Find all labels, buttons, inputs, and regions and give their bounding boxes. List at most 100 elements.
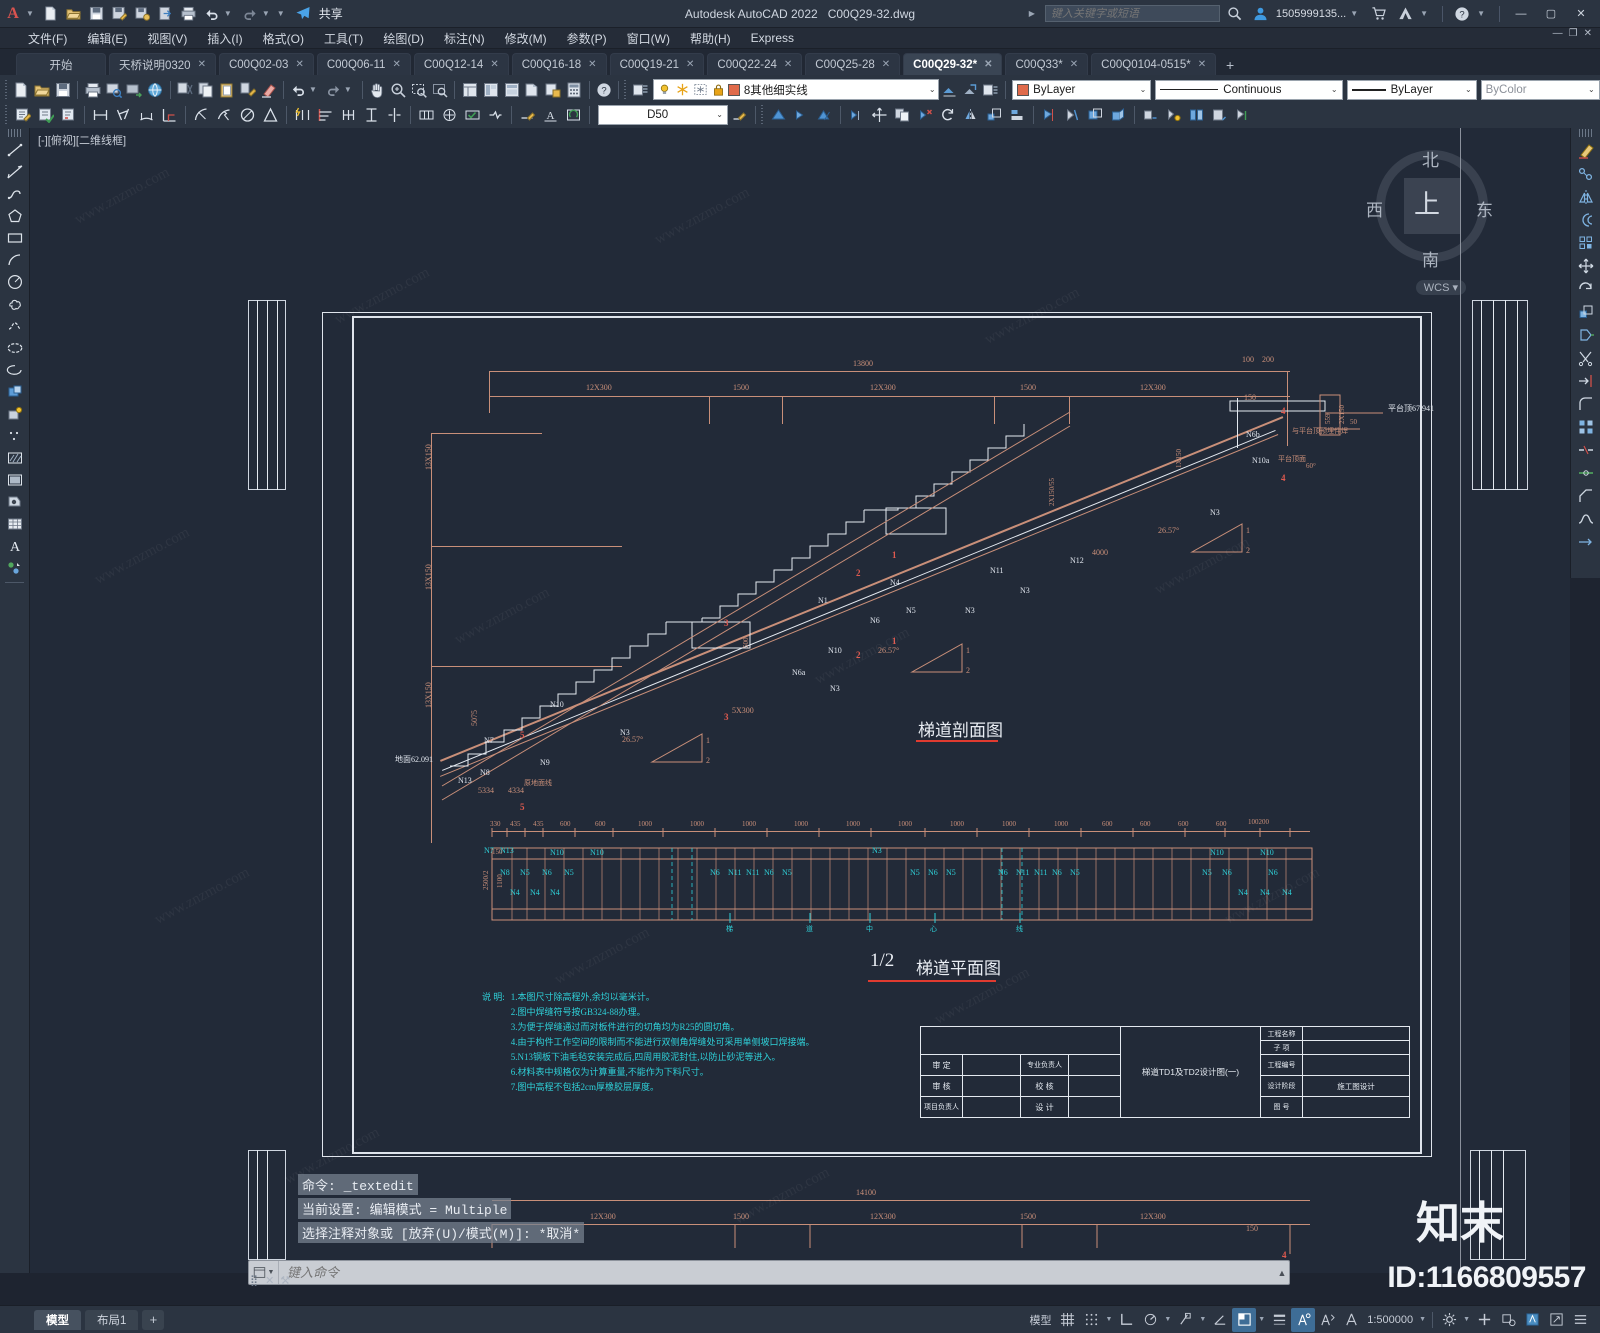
render-icon[interactable] xyxy=(1208,104,1231,126)
revcloud-icon[interactable] xyxy=(790,104,813,126)
revision-cloud-icon[interactable] xyxy=(0,293,30,315)
center-mark-icon[interactable] xyxy=(438,104,461,126)
sheetset-icon[interactable] xyxy=(522,79,543,101)
menu-item-format[interactable]: 格式(O) xyxy=(253,28,314,49)
menu-item-window[interactable]: 窗口(W) xyxy=(617,28,680,49)
slice-icon[interactable] xyxy=(1061,104,1084,126)
jogged-linear-icon[interactable] xyxy=(484,104,507,126)
maximize-button[interactable]: ▢ xyxy=(1538,4,1564,24)
wipeout-icon[interactable] xyxy=(767,104,790,126)
align-icon[interactable] xyxy=(1006,104,1029,126)
dimstyle-control[interactable]: D50 ⌄ xyxy=(598,104,728,125)
dim-break-icon[interactable] xyxy=(383,104,406,126)
offset-right-icon[interactable] xyxy=(1571,208,1600,231)
move-icon[interactable] xyxy=(868,104,891,126)
annotation-scale-icon[interactable] xyxy=(1339,1308,1363,1332)
hatch-icon[interactable] xyxy=(0,447,30,469)
plot-toolbar-icon[interactable] xyxy=(82,79,103,101)
snap-mode-icon[interactable] xyxy=(1079,1308,1103,1332)
file-tab-2[interactable]: C00Q06-11 ✕ xyxy=(316,53,411,75)
spell-check-icon[interactable] xyxy=(34,104,57,126)
chamfer-right-icon[interactable] xyxy=(1571,484,1600,507)
erase-icon[interactable] xyxy=(258,79,279,101)
lineweight-display-icon[interactable] xyxy=(1267,1308,1291,1332)
layer-states-icon[interactable] xyxy=(980,79,1001,101)
polar-caret-icon[interactable]: ▼ xyxy=(1162,1316,1173,1323)
layer-dropdown-caret-icon[interactable]: ⌄ xyxy=(929,85,936,94)
annotation-visibility-icon[interactable] xyxy=(1291,1307,1316,1332)
redo-list-caret-icon[interactable]: ▼ xyxy=(344,85,352,94)
menu-item-tools[interactable]: 工具(T) xyxy=(314,28,373,49)
toolbar-grip-2[interactable] xyxy=(4,104,9,125)
lineweight-caret-icon[interactable]: ⌄ xyxy=(1465,85,1472,94)
osnap-tracking-icon[interactable] xyxy=(1208,1308,1232,1332)
copy-right-icon[interactable] xyxy=(1571,162,1600,185)
file-tab-9-close-icon[interactable]: ✕ xyxy=(1070,59,1078,70)
minimize-button[interactable]: — xyxy=(1508,4,1534,24)
menu-item-parametric[interactable]: 参数(P) xyxy=(557,28,617,49)
autodesk-dropdown-caret-icon[interactable]: ▼ xyxy=(1420,9,1428,18)
ellipse-arc-icon[interactable] xyxy=(0,359,30,381)
linetype-control[interactable]: Continuous ⌄ xyxy=(1155,79,1343,100)
insert-block-icon[interactable] xyxy=(0,381,30,403)
user-avatar-icon[interactable] xyxy=(1250,3,1272,25)
ellipse-icon[interactable] xyxy=(0,337,30,359)
undo-dropdown-caret-icon[interactable]: ▼ xyxy=(224,9,232,18)
plotstyle-caret-icon[interactable]: ⌄ xyxy=(1588,85,1595,94)
snap-caret-icon[interactable]: ▼ xyxy=(1103,1316,1114,1323)
join-right-icon[interactable] xyxy=(1571,461,1600,484)
file-tab-7-close-icon[interactable]: ✕ xyxy=(882,59,890,70)
qnew-icon[interactable] xyxy=(11,79,32,101)
new-file-icon[interactable] xyxy=(40,3,62,25)
gradient-icon[interactable] xyxy=(0,469,30,491)
print-preview-icon[interactable] xyxy=(103,79,124,101)
linetype-caret-icon[interactable]: ⌄ xyxy=(1331,85,1338,94)
dim-arc-icon[interactable] xyxy=(135,104,158,126)
command-line[interactable]: ▼ ▲ xyxy=(248,1260,1290,1285)
save-icon[interactable] xyxy=(86,3,108,25)
paste-icon[interactable] xyxy=(217,79,238,101)
zoom-previous-icon[interactable] xyxy=(429,79,450,101)
file-tab-5[interactable]: C00Q19-21 ✕ xyxy=(609,53,705,75)
logo-dropdown-caret-icon[interactable]: ▼ xyxy=(26,9,34,18)
file-tab-1[interactable]: C00Q02-03 ✕ xyxy=(218,53,314,75)
osnap-caret-icon[interactable]: ▼ xyxy=(1197,1316,1208,1323)
file-tab-6-close-icon[interactable]: ✕ xyxy=(784,59,792,70)
layer-vp-freeze-icon[interactable] xyxy=(692,83,710,96)
construction-line-icon[interactable] xyxy=(0,161,30,183)
open-file-icon[interactable] xyxy=(63,3,85,25)
dim-quick-icon[interactable] xyxy=(291,104,314,126)
dimstyle-caret-icon[interactable]: ⌄ xyxy=(716,110,723,119)
new-file-tab-button[interactable]: + xyxy=(1219,55,1241,75)
layer-lock-icon[interactable] xyxy=(710,83,728,96)
make-block-icon[interactable] xyxy=(0,403,30,425)
help-icon[interactable]: ? xyxy=(1451,3,1473,25)
undo-list-caret-icon[interactable]: ▼ xyxy=(309,85,317,94)
publish-web-icon[interactable] xyxy=(145,79,166,101)
region-icon[interactable] xyxy=(813,104,836,126)
rotate-icon[interactable] xyxy=(937,104,960,126)
file-tab-2-close-icon[interactable]: ✕ xyxy=(392,59,400,70)
menu-item-file[interactable]: 文件(F) xyxy=(18,28,77,49)
dim-aligned-icon[interactable] xyxy=(112,104,135,126)
status-menu-icon[interactable] xyxy=(1568,1308,1592,1332)
toolbar-grip-1[interactable] xyxy=(4,79,9,100)
search-input[interactable] xyxy=(1044,5,1220,22)
file-tab-0-close-icon[interactable]: ✕ xyxy=(198,59,206,70)
mirror-right-icon[interactable] xyxy=(1571,185,1600,208)
plot-icon[interactable] xyxy=(178,3,200,25)
dim-continue-icon[interactable] xyxy=(337,104,360,126)
interfere-icon[interactable] xyxy=(1084,104,1107,126)
menu-item-express[interactable]: Express xyxy=(741,29,804,47)
menu-item-help[interactable]: 帮助(H) xyxy=(680,28,741,49)
scale-icon[interactable] xyxy=(983,104,1006,126)
dim-ordinate-icon[interactable] xyxy=(158,104,181,126)
file-tab-3[interactable]: C00Q12-14 ✕ xyxy=(413,53,509,75)
right-toolbar-grip[interactable] xyxy=(1578,129,1593,137)
point-icon[interactable] xyxy=(0,425,30,447)
model-space-button[interactable]: 模型 xyxy=(1025,1308,1055,1332)
menu-item-draw[interactable]: 绘图(D) xyxy=(373,28,434,49)
matchprop-icon[interactable] xyxy=(237,79,258,101)
break-right-icon[interactable] xyxy=(1571,438,1600,461)
autodesk-app-icon[interactable] xyxy=(1394,3,1416,25)
